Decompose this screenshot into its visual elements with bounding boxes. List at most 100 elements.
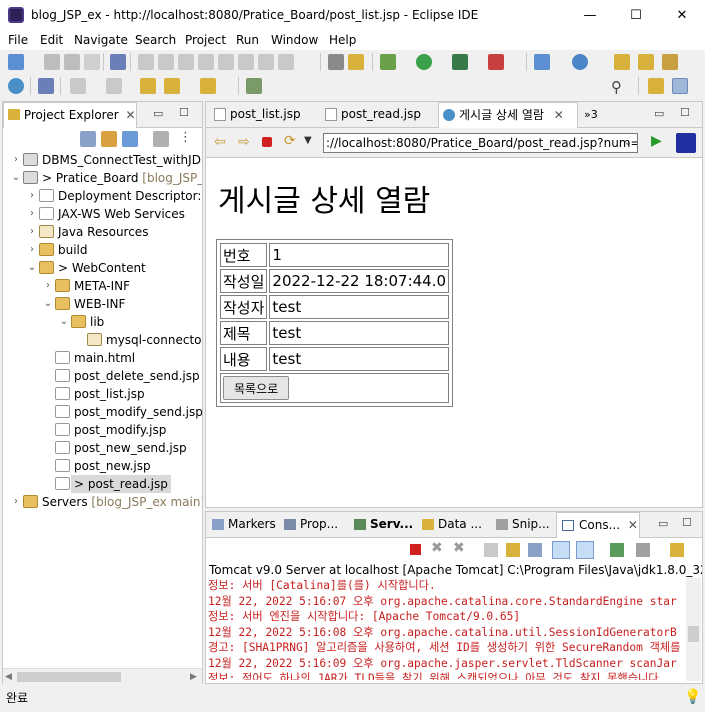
console-v-scrollbar[interactable]	[686, 578, 701, 681]
resume-icon[interactable]	[158, 54, 174, 70]
java-ee-perspective-icon[interactable]	[672, 78, 688, 94]
pin-console-icon[interactable]	[610, 543, 624, 557]
tree-item[interactable]: post_delete_send.jsp	[3, 367, 202, 385]
back-icon[interactable]	[164, 78, 180, 94]
remove-all-icon[interactable]: ✖	[453, 540, 465, 556]
scroll-right-icon[interactable]: ▶	[190, 672, 197, 682]
tree-item[interactable]: ⌄ > WebContent	[3, 259, 202, 277]
menu-run[interactable]: Run	[236, 33, 259, 47]
tree-item[interactable]: post_new.jsp	[3, 457, 202, 475]
back-to-list-button[interactable]: 목록으로	[223, 376, 290, 400]
maximize-button[interactable]: ☐	[613, 0, 659, 31]
scroll-lock-icon[interactable]	[506, 543, 520, 557]
tree-item[interactable]: ⌄ WEB-INF	[3, 295, 202, 313]
menu-edit[interactable]: Edit	[40, 33, 63, 47]
tree-item[interactable]: › Servers [blog_JSP_ex main]	[3, 493, 202, 511]
tab-console[interactable]: Cons... ✕	[556, 512, 640, 538]
url-input[interactable]: ://localhost:8080/Pratice_Board/post_rea…	[323, 133, 638, 153]
explorer-h-scrollbar[interactable]: ◀ ▶	[3, 668, 202, 684]
refresh-icon[interactable]: ⟳	[284, 133, 296, 149]
disconnect-icon[interactable]	[218, 54, 234, 70]
expanded-chevron-icon[interactable]: ⌄	[11, 169, 21, 187]
tree-item[interactable]: ⌄ > Pratice_Board [blog_JSP_ex	[3, 169, 202, 187]
external-tools-icon[interactable]	[488, 54, 504, 70]
toggle-block-icon[interactable]	[328, 54, 344, 70]
maximize-view-icon[interactable]: ☐	[179, 106, 189, 119]
tree-item[interactable]: ⌄ lib	[3, 313, 202, 331]
coverage-icon[interactable]	[452, 54, 468, 70]
web-browser-icon[interactable]	[8, 78, 24, 94]
maximize-view-icon[interactable]: ☐	[682, 516, 692, 529]
collapsed-chevron-icon[interactable]: ›	[27, 223, 37, 241]
next-annotation-icon[interactable]	[70, 78, 86, 94]
collapsed-chevron-icon[interactable]: ›	[27, 241, 37, 259]
remove-launch-icon[interactable]: ✖	[431, 540, 443, 556]
tab-markers[interactable]: Markers	[210, 512, 276, 538]
view-menu-icon[interactable]: ⋮	[179, 130, 192, 145]
collapsed-chevron-icon[interactable]: ›	[27, 187, 37, 205]
new-web-service-icon[interactable]	[572, 54, 588, 70]
step-over-icon[interactable]	[258, 54, 274, 70]
tip-bulb-icon[interactable]: 💡	[684, 689, 701, 705]
tree-item[interactable]: post_modify.jsp	[3, 421, 202, 439]
menu-file[interactable]: File	[8, 33, 28, 47]
mark-occurrences-icon[interactable]	[348, 54, 364, 70]
close-tab-icon[interactable]: ✕	[554, 108, 564, 122]
tree-item[interactable]: › Java Resources	[3, 223, 202, 241]
history-dropdown-icon[interactable]: ▼	[304, 135, 312, 146]
open-perspective-icon[interactable]	[648, 78, 664, 94]
suspend-icon[interactable]	[178, 54, 194, 70]
tree-item[interactable]: › JAX-WS Web Services	[3, 205, 202, 223]
run-icon[interactable]	[416, 54, 432, 70]
back-arrow-icon[interactable]: ⇦	[214, 134, 226, 150]
new-icon[interactable]	[8, 54, 24, 70]
show-on-stdout-icon[interactable]	[552, 541, 570, 559]
step-into-icon[interactable]	[238, 54, 254, 70]
print-icon[interactable]	[84, 54, 100, 70]
tree-item[interactable]: › build	[3, 241, 202, 259]
menu-project[interactable]: Project	[185, 33, 226, 47]
minimize-button[interactable]: —	[567, 0, 613, 31]
menu-search[interactable]: Search	[135, 33, 176, 47]
expanded-chevron-icon[interactable]: ⌄	[43, 295, 53, 313]
menu-window[interactable]: Window	[271, 33, 318, 47]
tab-post-list[interactable]: post_list.jsp	[210, 102, 318, 128]
tree-item[interactable]: › META-INF	[3, 277, 202, 295]
forward-icon[interactable]	[200, 78, 216, 94]
terminate-icon[interactable]	[198, 54, 214, 70]
tab-overflow[interactable]: »3	[584, 102, 598, 128]
close-button[interactable]: ✕	[659, 0, 705, 31]
tree-item[interactable]: post_new_send.jsp	[3, 439, 202, 457]
scroll-left-icon[interactable]: ◀	[5, 672, 12, 682]
debug-icon[interactable]	[380, 54, 396, 70]
terminate-icon[interactable]	[410, 544, 421, 555]
tree-item[interactable]: › DBMS_ConnectTest_withJDB	[3, 151, 202, 169]
display-console-icon[interactable]	[636, 543, 650, 557]
show-on-stderr-icon[interactable]	[576, 541, 594, 559]
tab-data-source[interactable]: Data ...	[420, 512, 482, 538]
tree-item[interactable]: > post_read.jsp	[3, 475, 202, 493]
annotation-icon[interactable]	[38, 78, 54, 94]
tab-browser-detail[interactable]: 게시글 상세 열람 ✕	[438, 102, 578, 128]
minimize-view-icon[interactable]: ▭	[153, 107, 163, 120]
go-icon[interactable]: ▶	[651, 133, 662, 149]
last-edit-icon[interactable]	[140, 78, 156, 94]
v-scrollbar-thumb[interactable]	[688, 626, 699, 642]
close-tab-icon[interactable]: ✕	[126, 108, 136, 122]
tab-snippets[interactable]: Snip...	[494, 512, 550, 538]
tree-item[interactable]: › Deployment Descriptor: P	[3, 187, 202, 205]
tree-item[interactable]: mysql-connector	[3, 331, 202, 349]
clear-console-icon[interactable]	[484, 543, 498, 557]
close-tab-icon[interactable]: ✕	[628, 518, 638, 532]
filter-icon[interactable]	[122, 131, 138, 147]
open-console-icon[interactable]	[670, 543, 684, 557]
menu-navigate[interactable]: Navigate	[74, 33, 128, 47]
search-tool-icon[interactable]	[662, 54, 678, 70]
stop-icon[interactable]	[262, 137, 272, 147]
open-task-icon[interactable]	[638, 54, 654, 70]
collapsed-chevron-icon[interactable]: ›	[43, 277, 53, 295]
skip-breakpoints-icon[interactable]	[138, 54, 154, 70]
tab-project-explorer[interactable]: Project Explorer ✕	[3, 102, 137, 128]
minimize-view-icon[interactable]: ▭	[654, 107, 664, 120]
tree-item[interactable]: main.html	[3, 349, 202, 367]
